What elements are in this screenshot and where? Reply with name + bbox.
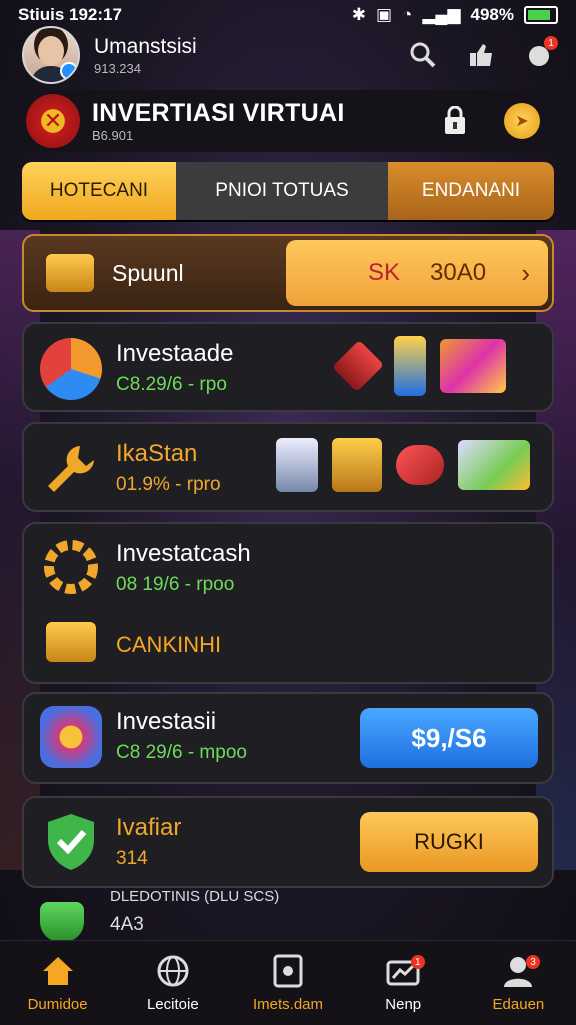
partial-list-item[interactable]: DLEDOTINIS (DLU SCS) 4A3: [22, 888, 554, 942]
wifi-icon: ◔: [402, 5, 413, 24]
app-subtitle: B6.901: [92, 128, 134, 143]
avatar[interactable]: [22, 26, 80, 84]
nav-label: Imets.dam: [252, 995, 324, 1013]
investment-card[interactable]: Investasii C8 29/6 - mpoo $9,/S6: [22, 692, 554, 784]
globe-icon: [156, 954, 190, 988]
wrench-icon: [40, 438, 102, 500]
card-return: 01.9% - rpro: [116, 474, 221, 495]
notification-icon[interactable]: 1: [524, 36, 558, 70]
investment-card[interactable]: Ivafiar 314 RUGKI: [22, 796, 554, 888]
coin-icon[interactable]: ➤: [504, 103, 540, 139]
special-offer-button[interactable]: SK 30A0 ›: [286, 240, 548, 306]
tab-bar: HOTECANI PNIOI TOTUAS ENDANANI: [22, 162, 554, 220]
investment-card[interactable]: Investatcash 08 19/6 - rpoo CANKINHI: [22, 522, 554, 684]
card-decoration: [276, 438, 530, 492]
invest-amount-button[interactable]: $9,/S6: [360, 708, 538, 768]
card-title: Investasii: [116, 708, 217, 735]
investment-card[interactable]: IkaStan 01.9% - rpro: [22, 422, 554, 512]
gem-shield-icon: [331, 339, 385, 393]
nfc-icon: ▣: [375, 5, 393, 24]
card-title: Investaade: [116, 340, 234, 367]
gear-icon: [40, 536, 102, 598]
trophy-badge-icon: [40, 706, 102, 768]
profile-row: Umanstsisi 913.234 1: [22, 26, 558, 84]
card-title: Ivafiar: [116, 814, 182, 841]
app-logo: ✕: [26, 94, 80, 148]
lock-icon[interactable]: [440, 106, 470, 136]
card-return: 08 19/6 - rpoo: [116, 574, 235, 595]
nav-item-lecitoie[interactable]: Lecitoie: [115, 941, 230, 1025]
partial-item-value: 4A3: [110, 914, 144, 935]
tab-endanani[interactable]: ENDANANI: [388, 162, 554, 220]
profile-info: Umanstsisi 913.234: [94, 35, 197, 76]
card-action-button[interactable]: RUGKI: [360, 812, 538, 872]
app-title-block: INVERTIASI VIRTUAI B6.901: [92, 99, 345, 143]
card-value: 314: [116, 848, 148, 869]
card-title: IkaStan: [116, 440, 198, 467]
partial-item-title: DLEDOTINIS (DLU SCS): [110, 888, 280, 905]
header-actions: ➤: [440, 103, 540, 139]
coin-tower-icon: [394, 336, 426, 396]
nav-label: Dumidoe: [27, 995, 88, 1013]
bottom-navigation: Dumidoe Lecitoie Imets.dam 1 Nenp 3 Edau…: [0, 940, 576, 1025]
building-icon: [276, 438, 318, 492]
cash-roll-icon: [396, 445, 444, 485]
status-icons: ✱ ▣ ◔ ▂▄▆ 498%: [352, 5, 558, 25]
nav-label: Edauen: [492, 995, 545, 1013]
profile-name: Umanstsisi: [94, 34, 197, 58]
notification-badge: 1: [544, 36, 558, 50]
nav-item-imets-dam[interactable]: Imets.dam: [230, 941, 345, 1025]
nav-label: Lecitoie: [146, 995, 199, 1013]
card-return: C8.29/6 - rpo: [116, 374, 227, 395]
bluetooth-icon: ✱: [351, 5, 366, 24]
shield-icon: [40, 902, 84, 942]
special-button-prefix: SK: [368, 259, 401, 286]
battery-percent: 498%: [470, 5, 514, 24]
gold-bars-icon: [332, 438, 382, 492]
nav-label: Nenp: [385, 995, 422, 1013]
card-return: C8 29/6 - mpoo: [116, 742, 247, 763]
tab-hotecani[interactable]: HOTECANI: [22, 162, 176, 220]
gift-boxes-icon: [440, 339, 506, 393]
nav-item-home[interactable]: Dumidoe: [0, 941, 115, 1025]
battery-icon: [524, 6, 558, 24]
document-icon: [271, 954, 305, 988]
app-header: ✕ INVERTIASI VIRTUAI B6.901 ➤: [22, 90, 554, 152]
chest-icon: [46, 622, 96, 662]
verified-icon: [60, 62, 78, 80]
tab-pnioi-totuas[interactable]: PNIOI TOTUAS: [176, 162, 388, 220]
home-icon: [41, 954, 75, 988]
card-title: Investatcash: [116, 540, 251, 567]
nav-badge: 1: [410, 955, 425, 969]
special-button-value: 30A0: [430, 259, 487, 286]
profile-sub: 913.234: [94, 60, 141, 76]
search-icon[interactable]: [408, 40, 438, 70]
investment-card[interactable]: Investaade C8.29/6 - rpo: [22, 322, 554, 412]
chevron-right-icon: ›: [521, 257, 530, 288]
special-offer-bar[interactable]: Spuunl SK 30A0 ›: [22, 234, 554, 312]
pie-chart-icon: [40, 338, 102, 400]
shield-check-icon: [40, 810, 102, 872]
nav-item-nenp[interactable]: 1 Nenp: [346, 941, 461, 1025]
card-extra-label: CANKINHI: [116, 632, 222, 657]
profile-actions: 1: [408, 36, 558, 70]
thumbs-up-icon[interactable]: [466, 40, 496, 70]
treasure-chest-icon: [46, 254, 94, 292]
signal-icon: ▂▄▆: [422, 5, 461, 24]
app-title: INVERTIASI VIRTUAI: [92, 99, 345, 127]
status-time: Stiuis 192:17: [18, 5, 122, 24]
report-chart-icon: [458, 440, 530, 490]
nav-badge: 3: [526, 955, 541, 969]
card-decoration: [331, 336, 506, 396]
special-label: Spuunl: [112, 259, 184, 286]
nav-item-edauen[interactable]: 3 Edauen: [461, 941, 576, 1025]
